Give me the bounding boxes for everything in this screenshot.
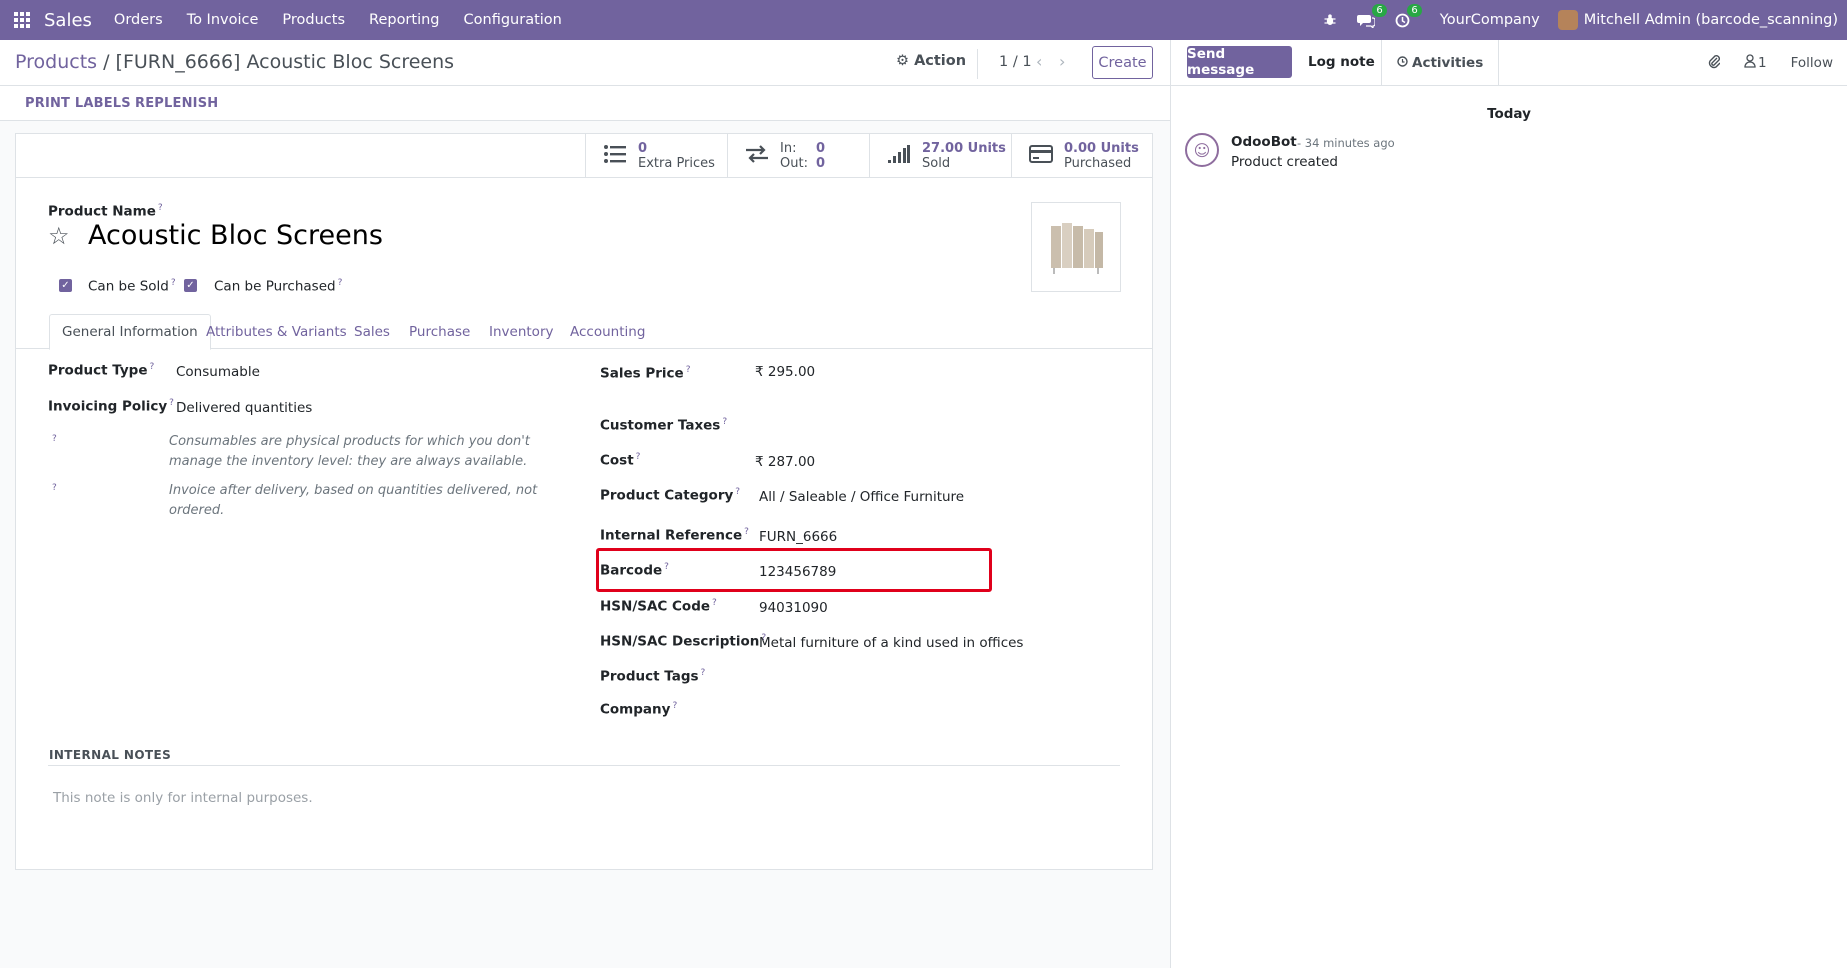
product-type-label: Product Type?	[48, 362, 155, 379]
followers-button[interactable]: 1	[1744, 54, 1767, 72]
hsn-code-label: HSN/SAC Code?	[600, 598, 717, 615]
tab-purchase[interactable]: Purchase	[397, 314, 482, 349]
messages-icon[interactable]: 6	[1356, 3, 1387, 28]
replenish-button[interactable]: REPLENISH	[135, 96, 218, 111]
message-time: - 34 minutes ago	[1297, 136, 1395, 150]
menu-products[interactable]: Products	[282, 12, 345, 28]
favorite-star-icon[interactable]: ☆	[48, 222, 70, 250]
chatter-right-actions: 1 Follow	[1708, 53, 1833, 73]
apps-menu-icon[interactable]	[0, 0, 44, 40]
notebook-tabs: General Information Attributes & Variant…	[16, 314, 1152, 350]
can-be-purchased-checkbox[interactable]: ✓	[184, 279, 197, 292]
date-separator: Today	[1487, 106, 1531, 122]
pager-previous-icon[interactable]: ‹	[1036, 52, 1042, 71]
debug-bug-icon[interactable]	[1323, 13, 1337, 27]
extra-prices-button[interactable]: 0 Extra Prices	[585, 134, 727, 178]
help-icon: ?	[52, 483, 57, 493]
message-author[interactable]: OdooBot	[1231, 134, 1297, 150]
pager-value[interactable]: 1 / 1	[999, 54, 1032, 70]
purchased-button[interactable]: 0.00 Units Purchased	[1011, 134, 1153, 178]
can-be-sold-label: Can be Sold?	[88, 278, 176, 295]
pager-next-icon[interactable]: ›	[1059, 52, 1065, 71]
help-icon: ?	[52, 434, 57, 444]
message-body: Product created	[1231, 154, 1338, 170]
divider	[977, 49, 978, 79]
list-icon	[602, 144, 628, 169]
signal-icon	[886, 144, 912, 169]
activities-button[interactable]: Activities	[1381, 40, 1500, 86]
invoicing-policy-help: Invoice after delivery, based on quantit…	[169, 483, 538, 518]
invoicing-policy-label: Invoicing Policy?	[48, 398, 174, 415]
create-button[interactable]: Create	[1092, 46, 1153, 79]
invoicing-policy-field[interactable]: Delivered quantities	[176, 400, 312, 416]
internal-notes-field[interactable]: This note is only for internal purposes.	[53, 790, 313, 806]
follow-button[interactable]: Follow	[1791, 55, 1833, 71]
cost-field[interactable]: ₹ 287.00	[755, 454, 815, 470]
product-type-field[interactable]: Consumable	[176, 364, 260, 380]
can-be-purchased-label: Can be Purchased?	[214, 278, 343, 295]
chatter-topbar: Send message Log note Activities 1 Follo…	[1171, 40, 1847, 86]
top-navbar: Sales Orders To Invoice Products Reporti…	[0, 0, 1847, 40]
activities-count-badge: 6	[1407, 3, 1422, 17]
odoobot-avatar: ☺	[1185, 133, 1219, 167]
breadcrumb-current: [FURN_6666] Acoustic Bloc Screens	[115, 51, 455, 73]
company-switcher[interactable]: YourCompany	[1440, 12, 1540, 28]
user-avatar[interactable]	[1557, 10, 1578, 30]
internal-reference-label: Internal Reference?	[600, 527, 749, 544]
hsn-code-field[interactable]: 94031090	[759, 600, 828, 616]
menu-configuration[interactable]: Configuration	[464, 12, 562, 28]
customer-taxes-label: Customer Taxes?	[600, 417, 728, 434]
internal-reference-field[interactable]: FURN_6666	[759, 529, 837, 545]
hsn-description-label: HSN/SAC Description?	[600, 633, 767, 650]
form-sheet: 0 Extra Prices In: 0 Out: 0 27.00 Units So…	[15, 133, 1153, 870]
user-menu[interactable]: Mitchell Admin (barcode_scanning)	[1584, 12, 1838, 28]
menu-reporting[interactable]: Reporting	[369, 12, 440, 28]
internal-notes-title: INTERNAL NOTES	[49, 748, 172, 762]
barcode-highlight-box	[596, 548, 992, 592]
tab-sales[interactable]: Sales	[342, 314, 402, 349]
product-name-field[interactable]: Acoustic Bloc Screens	[88, 220, 383, 251]
clock-icon	[1397, 55, 1408, 71]
company-label: Company?	[600, 701, 678, 718]
product-tags-label: Product Tags?	[600, 668, 706, 685]
tab-accounting[interactable]: Accounting	[558, 314, 657, 349]
divider	[48, 765, 1120, 766]
product-category-label: Product Category?	[600, 487, 741, 504]
messages-count-badge: 6	[1372, 3, 1387, 17]
user-icon	[1744, 54, 1756, 72]
sales-price-field[interactable]: ₹ 295.00	[755, 364, 815, 380]
gear-icon: ⚙	[896, 53, 909, 69]
tab-inventory[interactable]: Inventory	[477, 314, 565, 349]
exchange-icon	[744, 144, 770, 169]
tab-attributes-variants[interactable]: Attributes & Variants	[194, 314, 359, 349]
product-type-help: Consumables are physical products for wh…	[169, 434, 530, 469]
smart-buttons-row: 0 Extra Prices In: 0 Out: 0 27.00 Units So…	[16, 134, 1152, 178]
form-statusbar: PRINT LABELS REPLENISH	[0, 86, 1170, 121]
hsn-description-field[interactable]: Metal furniture of a kind used in office…	[759, 635, 1023, 651]
menu-to-invoice[interactable]: To Invoice	[187, 12, 259, 28]
product-image[interactable]	[1031, 202, 1121, 292]
credit-card-icon	[1028, 144, 1054, 169]
sales-price-label: Sales Price?	[600, 365, 691, 382]
activities-clock-icon[interactable]: 6	[1395, 3, 1422, 28]
control-panel: Products / [FURN_6666] Acoustic Bloc Scr…	[0, 40, 1170, 86]
product-category-field[interactable]: All / Saleable / Office Furniture	[759, 489, 964, 505]
breadcrumb: Products / [FURN_6666] Acoustic Bloc Scr…	[15, 51, 455, 73]
log-note-button[interactable]: Log note	[1308, 54, 1375, 70]
print-labels-button[interactable]: PRINT LABELS	[25, 96, 131, 111]
in-out-button[interactable]: In: 0 Out: 0	[727, 134, 869, 178]
menu-orders[interactable]: Orders	[114, 12, 163, 28]
breadcrumb-products-link[interactable]: Products	[15, 51, 97, 73]
cost-label: Cost?	[600, 452, 641, 469]
can-be-sold-checkbox[interactable]: ✓	[59, 279, 72, 292]
product-name-label: Product Name?	[48, 203, 163, 220]
action-menu-button[interactable]: ⚙ Action	[896, 53, 966, 69]
send-message-button[interactable]: Send message	[1187, 46, 1292, 78]
paperclip-icon[interactable]	[1708, 53, 1721, 73]
tab-general-information[interactable]: General Information	[49, 314, 211, 350]
sold-button[interactable]: 27.00 Units Sold	[869, 134, 1011, 178]
chatter-panel: Send message Log note Activities 1 Follo…	[1170, 40, 1847, 968]
app-name[interactable]: Sales	[44, 10, 92, 31]
